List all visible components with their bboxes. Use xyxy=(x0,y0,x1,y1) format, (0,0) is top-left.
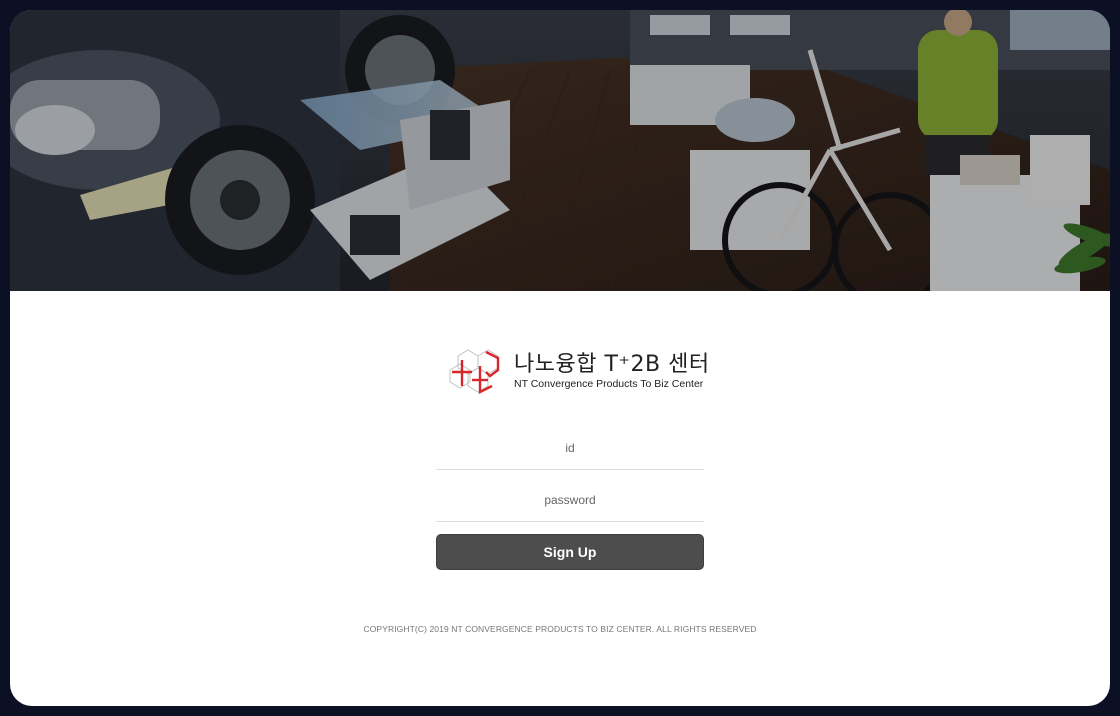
brand-logo: 나노융합 T⁺2B 센터 NT Convergence Products To … xyxy=(448,346,709,396)
logo-english-name: NT Convergence Products To Biz Center xyxy=(514,378,704,390)
id-input[interactable] xyxy=(436,426,704,470)
login-screen: 나노융합 T⁺2B 센터 NT Convergence Products To … xyxy=(10,10,1110,706)
device-frame: 나노융합 T⁺2B 센터 NT Convergence Products To … xyxy=(0,0,1120,716)
copyright-text: COPYRIGHT(C) 2019 NT CONVERGENCE PRODUCT… xyxy=(363,624,757,634)
logo-korean-name: 나노융합 T⁺2B 센터 xyxy=(514,352,710,377)
password-input[interactable] xyxy=(436,478,704,522)
hero-banner-image xyxy=(10,10,1110,291)
sign-up-button[interactable]: Sign Up xyxy=(436,534,704,570)
hexagon-cube-logo-icon xyxy=(449,349,500,394)
